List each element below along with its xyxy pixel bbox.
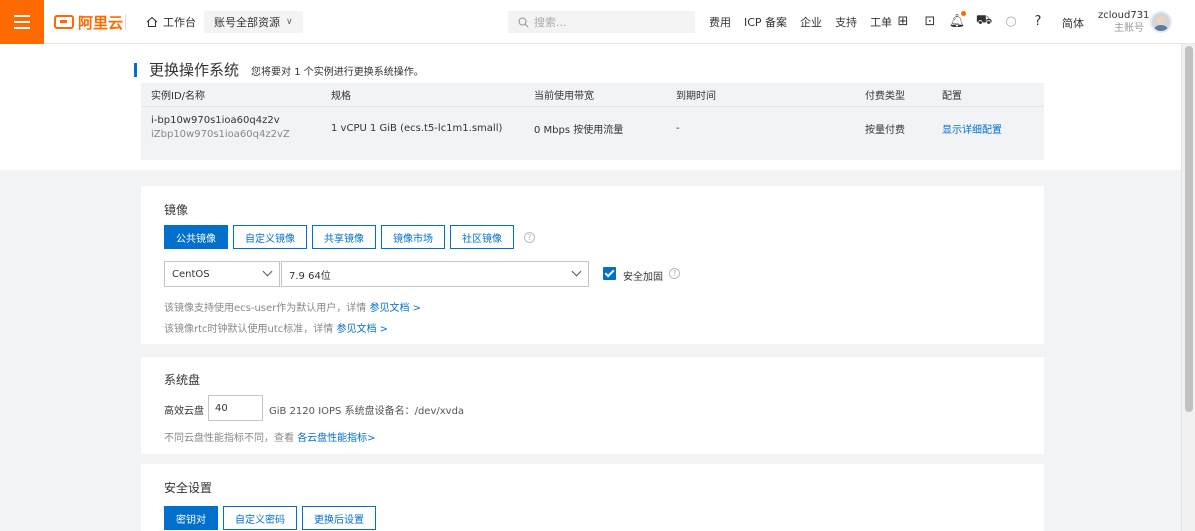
logo-text: 阿里云: [78, 13, 124, 32]
image-note-2: 该镜像rtc时钟默认使用utc标准，详情 参见文档 >: [164, 320, 388, 335]
col-config: 配置: [942, 91, 962, 102]
image-note-1: 该镜像支持使用ecs-user作为默认用户，详情 参见文档 >: [164, 299, 421, 314]
show-config-link[interactable]: 显示详细配置: [942, 121, 1002, 136]
tab-image-market[interactable]: 镜像市场: [381, 225, 445, 249]
disk-size-input[interactable]: 40: [208, 395, 263, 421]
security-card: 安全设置 密钥对 自定义密码 更换后设置: [141, 464, 1044, 531]
tab-custom-image[interactable]: 自定义镜像: [233, 225, 307, 249]
tab-custom-password[interactable]: 自定义密码: [223, 506, 297, 530]
top-navbar: 阿里云 工作台 账号全部资源 ∨ 搜索... 费用 ICP 备案 企业 支持 工…: [0, 0, 1195, 44]
user-name: zcloud731: [1098, 10, 1150, 21]
hamburger-menu-button[interactable]: [0, 0, 44, 44]
resource-group-icon[interactable]: ⊞: [895, 13, 911, 29]
instance-table: 实例ID/名称 规格 当前使用带宽 到期时间 付费类型 配置 i-bp10w97…: [141, 83, 1044, 160]
table-header: 实例ID/名称 规格 当前使用带宽 到期时间 付费类型 配置: [141, 83, 1044, 107]
note-text: 不同云盘性能指标不同，查看: [164, 433, 294, 444]
title-accent-bar: [134, 62, 137, 77]
page-scrollbar[interactable]: [1181, 44, 1195, 531]
note-text: 该镜像支持使用ecs-user作为默认用户，详情: [164, 303, 367, 314]
docs-link[interactable]: 参见文档 >: [336, 324, 388, 335]
disk-section-title: 系统盘: [164, 373, 201, 387]
version-value: 7.9 64位: [289, 270, 331, 282]
instance-id: i-bp10w970s1ioa60q4z2v: [151, 115, 280, 126]
notification-dot: [961, 11, 966, 16]
instance-id-cell: i-bp10w970s1ioa60q4z2v iZbp10w970s1ioa60…: [151, 114, 290, 142]
note-text: 该镜像rtc时钟默认使用utc标准，详情: [164, 324, 334, 335]
nav-billing[interactable]: 费用: [709, 14, 731, 30]
chevron-down-icon: ∨: [286, 17, 293, 27]
nav-ticket[interactable]: 工单: [870, 14, 892, 30]
col-billing: 付费类型: [865, 91, 905, 102]
terminal-icon[interactable]: ⊡: [922, 13, 938, 29]
user-role: 主账号: [1114, 23, 1144, 34]
nav-support[interactable]: 支持: [835, 14, 857, 30]
aliyun-logo[interactable]: 阿里云: [54, 11, 123, 33]
search-placeholder: 搜索...: [534, 16, 567, 29]
image-card: 镜像 公共镜像 自定义镜像 共享镜像 镜像市场 社区镜像 ? CentOS 7.…: [141, 186, 1044, 344]
os-select[interactable]: CentOS: [164, 261, 280, 287]
cart-icon[interactable]: ⛟: [976, 13, 992, 29]
page-description: 您将要对 1 个实例进行更换系统操作。: [251, 67, 424, 78]
avatar[interactable]: [1150, 11, 1172, 33]
security-tabs: 密钥对 自定义密码 更换后设置: [164, 506, 376, 530]
aliyun-logo-mark-icon: [54, 15, 74, 29]
help-icon[interactable]: ?: [1030, 13, 1046, 29]
resource-scope-label: 账号全部资源: [214, 16, 280, 29]
version-select[interactable]: 7.9 64位: [281, 261, 589, 287]
page-title: 更换操作系统: [149, 61, 240, 79]
os-value: CentOS: [172, 268, 210, 280]
tab-public-image[interactable]: 公共镜像: [164, 225, 228, 249]
nav-enterprise[interactable]: 企业: [800, 14, 822, 30]
top-nav-icons: ⊞ ⊡ 🔔︎ ⛟ ○ ?: [895, 11, 1046, 29]
chevron-down-icon: [262, 266, 273, 277]
home-icon: [146, 16, 158, 28]
lightbulb-icon[interactable]: ○: [1003, 13, 1019, 29]
instance-spec: 1 vCPU 1 GiB (ecs.t5-lc1m1.small): [331, 122, 503, 134]
instance-bandwidth: 0 Mbps 按使用流量: [534, 124, 624, 136]
search-icon: [518, 16, 529, 27]
top-nav-links: 费用 ICP 备案 企业 支持 工单: [709, 0, 905, 44]
nav-icp[interactable]: ICP 备案: [744, 14, 787, 30]
user-info[interactable]: zcloud731 主账号: [1098, 9, 1150, 35]
instance-billing: 按量付费: [865, 124, 905, 136]
disk-note: 不同云盘性能指标不同，查看 各云盘性能指标>: [164, 429, 376, 444]
chevron-down-icon: [571, 266, 582, 277]
workbench-label: 工作台: [163, 16, 196, 29]
disk-type-label: 高效云盘: [164, 406, 204, 417]
security-hardening-label: 安全加固: [623, 272, 663, 283]
help-icon[interactable]: ?: [524, 231, 535, 243]
disk-info: GiB 2120 IOPS 系统盘设备名：/dev/xvda: [269, 406, 465, 417]
search-input[interactable]: 搜索...: [508, 11, 695, 33]
table-row: i-bp10w970s1ioa60q4z2v iZbp10w970s1ioa60…: [141, 107, 1044, 149]
workbench-link[interactable]: 工作台: [146, 14, 196, 30]
instance-expire: -: [676, 122, 680, 134]
col-spec: 规格: [331, 91, 351, 102]
resource-scope-select[interactable]: 账号全部资源 ∨: [204, 11, 303, 33]
tab-key-pair[interactable]: 密钥对: [164, 506, 218, 530]
tab-set-after-change[interactable]: 更换后设置: [302, 506, 376, 530]
tab-community-image[interactable]: 社区镜像: [450, 225, 514, 249]
disk-size-value: 40: [215, 402, 228, 414]
bell-icon[interactable]: 🔔︎: [949, 11, 966, 29]
security-hardening-checkbox[interactable]: [603, 267, 616, 280]
language-switch[interactable]: 简体: [1062, 15, 1084, 31]
image-section-title: 镜像: [164, 203, 189, 217]
col-expire: 到期时间: [676, 91, 716, 102]
system-disk-card: 系统盘 高效云盘 40 GiB 2120 IOPS 系统盘设备名：/dev/xv…: [141, 357, 1044, 454]
image-type-tabs: 公共镜像 自定义镜像 共享镜像 镜像市场 社区镜像 ?: [164, 225, 535, 249]
security-section-title: 安全设置: [164, 481, 213, 495]
col-instance-id: 实例ID/名称: [151, 91, 206, 102]
instance-name: iZbp10w970s1ioa60q4z2vZ: [151, 129, 290, 140]
divider: [125, 14, 126, 30]
disk-metrics-link[interactable]: 各云盘性能指标>: [297, 433, 375, 444]
page-title-row: 更换操作系统 您将要对 1 个实例进行更换系统操作。: [134, 59, 424, 80]
docs-link[interactable]: 参见文档 >: [369, 303, 421, 314]
col-bandwidth: 当前使用带宽: [534, 91, 594, 102]
help-icon[interactable]: ?: [669, 268, 680, 279]
scrollbar-thumb[interactable]: [1185, 46, 1193, 412]
tab-shared-image[interactable]: 共享镜像: [312, 225, 376, 249]
